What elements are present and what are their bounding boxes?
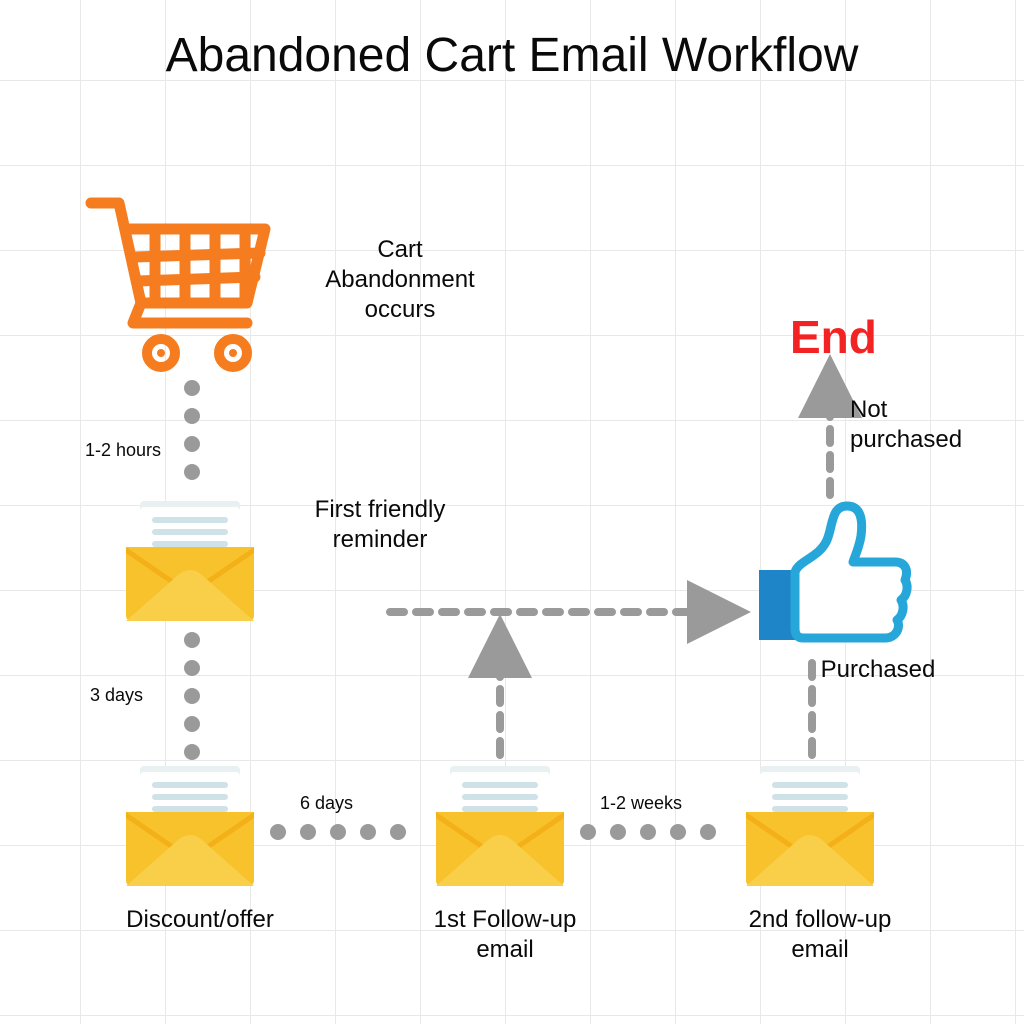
email-icon-followup1 xyxy=(430,760,570,890)
thumbs-up-icon xyxy=(755,500,915,650)
label-discount-offer: Discount/offer xyxy=(110,905,290,935)
label-purchased: Purchased xyxy=(808,655,948,685)
email-icon-followup2 xyxy=(740,760,880,890)
label-end: End xyxy=(790,310,877,364)
label-followup-2: 2nd follow-up email xyxy=(720,905,920,965)
label-cart-abandonment: Cart Abandonment occurs xyxy=(300,235,500,325)
timing-1-2-weeks: 1-2 weeks xyxy=(600,793,682,814)
timing-3-days: 3 days xyxy=(90,685,143,706)
email-icon-reminder xyxy=(120,495,260,625)
timing-6-days: 6 days xyxy=(300,793,353,814)
cart-icon xyxy=(85,195,275,375)
email-icon-discount xyxy=(120,760,260,890)
label-followup-1: 1st Follow-up email xyxy=(410,905,600,965)
timing-1-2-hours: 1-2 hours xyxy=(85,440,161,461)
label-first-reminder: First friendly reminder xyxy=(290,495,470,555)
diagram-title: Abandoned Cart Email Workflow xyxy=(0,28,1024,85)
label-not-purchased: Not purchased xyxy=(850,395,990,455)
